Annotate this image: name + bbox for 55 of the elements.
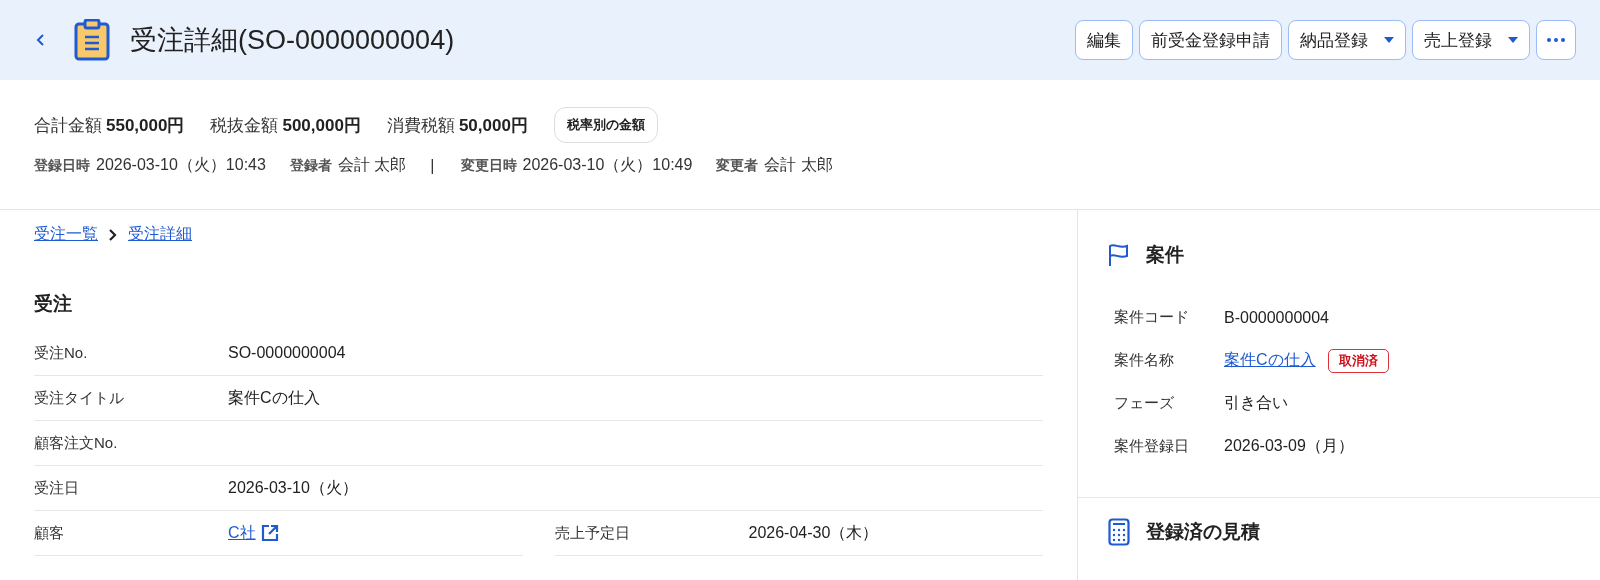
external-link-icon[interactable] (259, 523, 280, 543)
breadcrumb-link[interactable]: 受注詳細 (128, 224, 192, 245)
total-value: 500,000円 (282, 114, 361, 137)
meta-value: 2026-03-10（火）10:43 (96, 155, 266, 175)
field-label: 受注タイトル (34, 388, 125, 408)
meta-label: 変更日時 (460, 156, 517, 175)
dropdown-button[interactable]: 売上登録 (1412, 20, 1530, 60)
action-button[interactable]: 編集 (1075, 20, 1133, 60)
field-label: 顧客 (34, 523, 65, 543)
field-value: 引き合い (1224, 393, 1288, 413)
total-label: 消費税額 (386, 114, 455, 137)
meta-value: 2026-03-10（火）10:49 (522, 155, 693, 175)
dropdown-button[interactable]: 納品登録 (1288, 20, 1406, 60)
panel-heading: 登録済の見積 (1146, 520, 1260, 544)
field-value: 2026-03-09（月） (1224, 436, 1354, 456)
meta-label: 登録日時 (34, 156, 90, 175)
field-label: フェーズ (1114, 394, 1175, 413)
separator: | (430, 156, 435, 175)
field-value: 2026-04-30（木） (748, 522, 879, 543)
panel-heading: 案件 (1146, 243, 1184, 267)
total-label: 税抜金額 (210, 114, 279, 137)
customer-link[interactable]: C社 (228, 522, 256, 544)
field-label: 受注日 (34, 478, 80, 498)
meta-label: 登録者 (289, 156, 332, 175)
status-badge: 取消済 (1327, 348, 1389, 373)
deal-link[interactable]: 案件Cの仕入 (1224, 350, 1316, 371)
field-label: 売上予定日 (554, 523, 631, 543)
clipboard-icon (74, 19, 110, 61)
field-value: 案件Cの仕入 (228, 387, 320, 408)
total-value: 550,000円 (106, 114, 185, 137)
section-heading: 受注 (34, 292, 73, 316)
breadcrumb-link[interactable]: 受注一覧 (34, 224, 98, 245)
page-title: 受注詳細(SO-0000000004) (130, 24, 455, 57)
action-button[interactable]: 前受金登録申請 (1139, 20, 1282, 60)
field-label: 受注No. (34, 343, 89, 363)
meta-value: 会計 太郎 (337, 155, 407, 175)
field-value: SO-0000000004 (228, 344, 346, 362)
tax-rate-button[interactable]: 税率別の金額 (553, 107, 658, 143)
more-icon (1547, 38, 1565, 42)
meta-value: 会計 太郎 (764, 155, 833, 175)
field-label: 顧客注文No. (34, 433, 119, 453)
field-value: B-0000000004 (1224, 308, 1329, 327)
calculator-icon (1108, 518, 1130, 546)
total-label: 合計金額 (34, 114, 102, 137)
field-label: 案件登録日 (1114, 437, 1190, 456)
field-label: 案件名称 (1114, 351, 1175, 370)
field-label: 案件コード (1114, 308, 1190, 327)
caret-icon (1508, 37, 1518, 43)
total-value: 50,000円 (458, 114, 528, 137)
meta-label: 変更者 (716, 156, 759, 175)
flag-icon (1108, 243, 1130, 267)
field-value: 2026-03-10（火） (228, 477, 358, 498)
more-button[interactable] (1536, 20, 1576, 60)
chevron-icon (108, 227, 118, 242)
caret-icon (1384, 37, 1394, 43)
